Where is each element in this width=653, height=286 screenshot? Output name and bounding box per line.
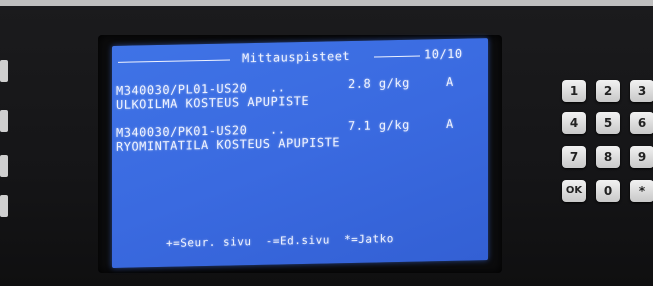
side-key-1[interactable] (0, 60, 8, 82)
side-key-4[interactable] (0, 195, 8, 217)
side-key-3[interactable] (0, 155, 8, 177)
header-rule-right (374, 55, 420, 58)
side-key-strip (0, 60, 10, 220)
key-6[interactable]: 6 (630, 112, 653, 134)
entry-flag: A (446, 116, 454, 132)
key-1[interactable]: 1 (562, 80, 586, 102)
entry-flag: A (446, 74, 454, 90)
page-indicator: 10/10 (424, 46, 463, 62)
side-key-2[interactable] (0, 110, 8, 132)
footer-navigation-hints: +=Seur. sivu -=Ed.sivu *=Jatko (166, 232, 394, 250)
key-8[interactable]: 8 (596, 146, 620, 168)
entry-value: 7.1 g/kg (348, 117, 410, 134)
entry-dots: .. (270, 122, 286, 137)
numeric-keypad: 1 2 3 4 5 6 7 8 9 OK 0 * (560, 80, 653, 210)
header-rule-left (118, 59, 230, 63)
key-3[interactable]: 3 (630, 80, 653, 102)
entry-dots: .. (270, 80, 286, 95)
key-9[interactable]: 9 (630, 146, 653, 168)
key-5[interactable]: 5 (596, 112, 620, 134)
screen-header-title: Mittauspisteet (242, 49, 351, 66)
entry-description: ULKOILMA KOSTEUS APUPISTE (116, 93, 310, 112)
key-4[interactable]: 4 (562, 112, 586, 134)
key-ok[interactable]: OK (562, 180, 586, 202)
entry-value: 2.8 g/kg (348, 75, 410, 92)
lcd-screen: Mittauspisteet 10/10 M340030/PL01-US20 .… (112, 38, 488, 268)
key-7[interactable]: 7 (562, 146, 586, 168)
key-star[interactable]: * (630, 180, 653, 202)
key-2[interactable]: 2 (596, 80, 620, 102)
key-0[interactable]: 0 (596, 180, 620, 202)
